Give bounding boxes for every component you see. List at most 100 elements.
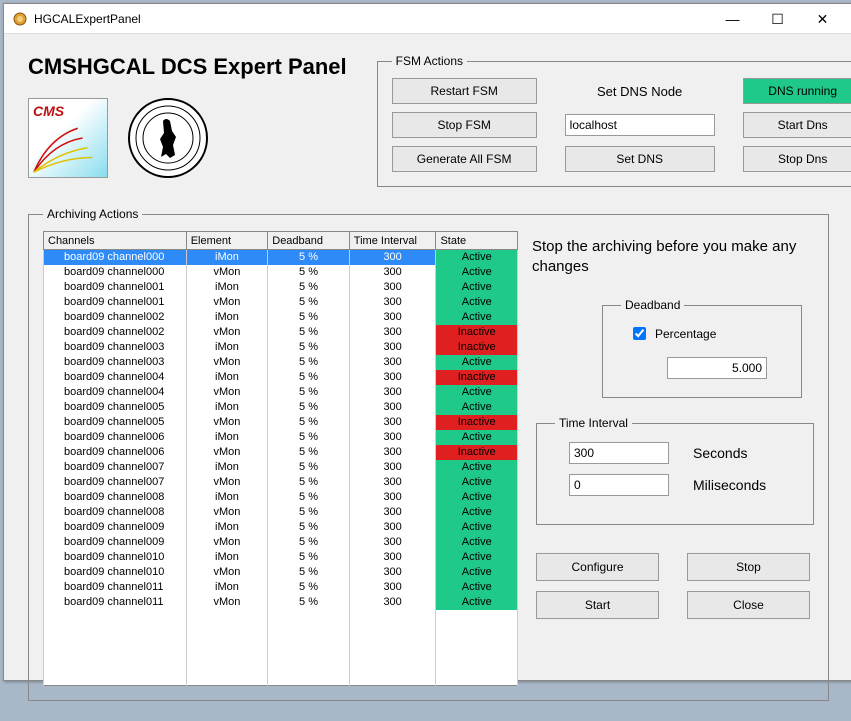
cell-timeinterval: 300 (349, 475, 436, 490)
cell-deadband: 5 % (268, 430, 350, 445)
dns-running-status[interactable]: DNS running (743, 78, 851, 104)
table-row[interactable]: board09 channel008iMon5 %300Active (44, 490, 518, 505)
cell-element: iMon (186, 460, 268, 475)
cell-channel: board09 channel001 (44, 280, 187, 295)
restart-fsm-button[interactable]: Restart FSM (392, 78, 537, 104)
stop-dns-button[interactable]: Stop Dns (743, 146, 851, 172)
table-row[interactable]: board09 channel001iMon5 %300Active (44, 280, 518, 295)
cell-element: vMon (186, 535, 268, 550)
cell-timeinterval: 300 (349, 355, 436, 370)
configure-button[interactable]: Configure (536, 553, 659, 581)
app-window: HGCALExpertPanel — ☐ ✕ CMSHGCAL DCS Expe… (3, 3, 851, 681)
table-row[interactable]: board09 channel003vMon5 %300Active (44, 355, 518, 370)
cell-timeinterval: 300 (349, 460, 436, 475)
cell-channel: board09 channel002 (44, 310, 187, 325)
cell-state: Active (436, 595, 518, 610)
cell-deadband: 5 % (268, 280, 350, 295)
cell-channel: board09 channel006 (44, 430, 187, 445)
col-timeinterval[interactable]: Time Interval (349, 232, 436, 250)
table-row[interactable]: board09 channel006vMon5 %300Inactive (44, 445, 518, 460)
cell-state: Active (436, 400, 518, 415)
table-row[interactable]: board09 channel010vMon5 %300Active (44, 565, 518, 580)
page-title: CMSHGCAL DCS Expert Panel (28, 54, 347, 80)
percentage-checkbox[interactable] (633, 327, 646, 340)
table-row[interactable]: board09 channel008vMon5 %300Active (44, 505, 518, 520)
cell-state: Active (436, 430, 518, 445)
table-row[interactable]: board09 channel005vMon5 %300Inactive (44, 415, 518, 430)
table-row[interactable]: board09 channel001vMon5 %300Active (44, 295, 518, 310)
col-deadband[interactable]: Deadband (268, 232, 350, 250)
stop-archiving-button[interactable]: Stop (687, 553, 810, 581)
deadband-value-input[interactable] (667, 357, 767, 379)
dns-host-input[interactable] (565, 114, 715, 136)
channels-table[interactable]: Channels Element Deadband Time Interval … (43, 231, 518, 686)
table-row[interactable]: board09 channel007iMon5 %300Active (44, 460, 518, 475)
cell-deadband: 5 % (268, 385, 350, 400)
table-row[interactable]: board09 channel009iMon5 %300Active (44, 520, 518, 535)
cell-state: Active (436, 355, 518, 370)
percentage-checkbox-label[interactable]: Percentage (629, 324, 783, 343)
cell-state: Active (436, 580, 518, 595)
seconds-label: Seconds (693, 445, 747, 461)
cell-element: iMon (186, 430, 268, 445)
table-row[interactable]: board09 channel002vMon5 %300Inactive (44, 325, 518, 340)
seconds-input[interactable] (569, 442, 669, 464)
cell-deadband: 5 % (268, 310, 350, 325)
cell-element: iMon (186, 520, 268, 535)
table-row[interactable]: board09 channel011iMon5 %300Active (44, 580, 518, 595)
cell-state: Active (436, 265, 518, 280)
cell-deadband: 5 % (268, 460, 350, 475)
cell-element: iMon (186, 550, 268, 565)
generate-all-fsm-button[interactable]: Generate All FSM (392, 146, 537, 172)
table-row[interactable]: board09 channel009vMon5 %300Active (44, 535, 518, 550)
table-row[interactable]: board09 channel004iMon5 %300Inactive (44, 370, 518, 385)
cell-element: vMon (186, 415, 268, 430)
cell-channel: board09 channel004 (44, 370, 187, 385)
cell-element: iMon (186, 400, 268, 415)
cell-element: vMon (186, 565, 268, 580)
col-state[interactable]: State (436, 232, 518, 250)
cell-state: Active (436, 310, 518, 325)
col-channels[interactable]: Channels (44, 232, 187, 250)
table-row[interactable]: board09 channel010iMon5 %300Active (44, 550, 518, 565)
table-row[interactable]: board09 channel000iMon5 %300Active (44, 250, 518, 266)
cell-state: Inactive (436, 340, 518, 355)
table-row[interactable]: board09 channel006iMon5 %300Active (44, 430, 518, 445)
cell-deadband: 5 % (268, 475, 350, 490)
cell-element: vMon (186, 355, 268, 370)
cell-timeinterval: 300 (349, 490, 436, 505)
cell-timeinterval: 300 (349, 340, 436, 355)
minimize-button[interactable]: — (710, 5, 755, 33)
cell-timeinterval: 300 (349, 565, 436, 580)
stop-fsm-button[interactable]: Stop FSM (392, 112, 537, 138)
close-panel-button[interactable]: Close (687, 591, 810, 619)
col-element[interactable]: Element (186, 232, 268, 250)
cell-channel: board09 channel001 (44, 295, 187, 310)
cell-timeinterval: 300 (349, 370, 436, 385)
set-dns-button[interactable]: Set DNS (565, 146, 715, 172)
cell-timeinterval: 300 (349, 580, 436, 595)
table-row[interactable]: board09 channel000vMon5 %300Active (44, 265, 518, 280)
table-row[interactable]: board09 channel002iMon5 %300Active (44, 310, 518, 325)
cell-channel: board09 channel011 (44, 580, 187, 595)
deadband-group: Deadband Percentage (602, 298, 802, 398)
deadband-legend: Deadband (621, 298, 684, 312)
cell-channel: board09 channel010 (44, 550, 187, 565)
table-row[interactable]: board09 channel005iMon5 %300Active (44, 400, 518, 415)
table-row-empty (44, 640, 518, 655)
start-dns-button[interactable]: Start Dns (743, 112, 851, 138)
milliseconds-input[interactable] (569, 474, 669, 496)
table-row[interactable]: board09 channel007vMon5 %300Active (44, 475, 518, 490)
set-dns-node-label: Set DNS Node (565, 84, 715, 99)
table-row[interactable]: board09 channel004vMon5 %300Active (44, 385, 518, 400)
table-row[interactable]: board09 channel011vMon5 %300Active (44, 595, 518, 610)
cell-timeinterval: 300 (349, 250, 436, 266)
cell-deadband: 5 % (268, 325, 350, 340)
close-window-button[interactable]: ✕ (800, 5, 845, 33)
table-row[interactable]: board09 channel003iMon5 %300Inactive (44, 340, 518, 355)
cell-deadband: 5 % (268, 250, 350, 266)
maximize-button[interactable]: ☐ (755, 5, 800, 33)
start-archiving-button[interactable]: Start (536, 591, 659, 619)
cell-channel: board09 channel007 (44, 460, 187, 475)
cell-deadband: 5 % (268, 550, 350, 565)
